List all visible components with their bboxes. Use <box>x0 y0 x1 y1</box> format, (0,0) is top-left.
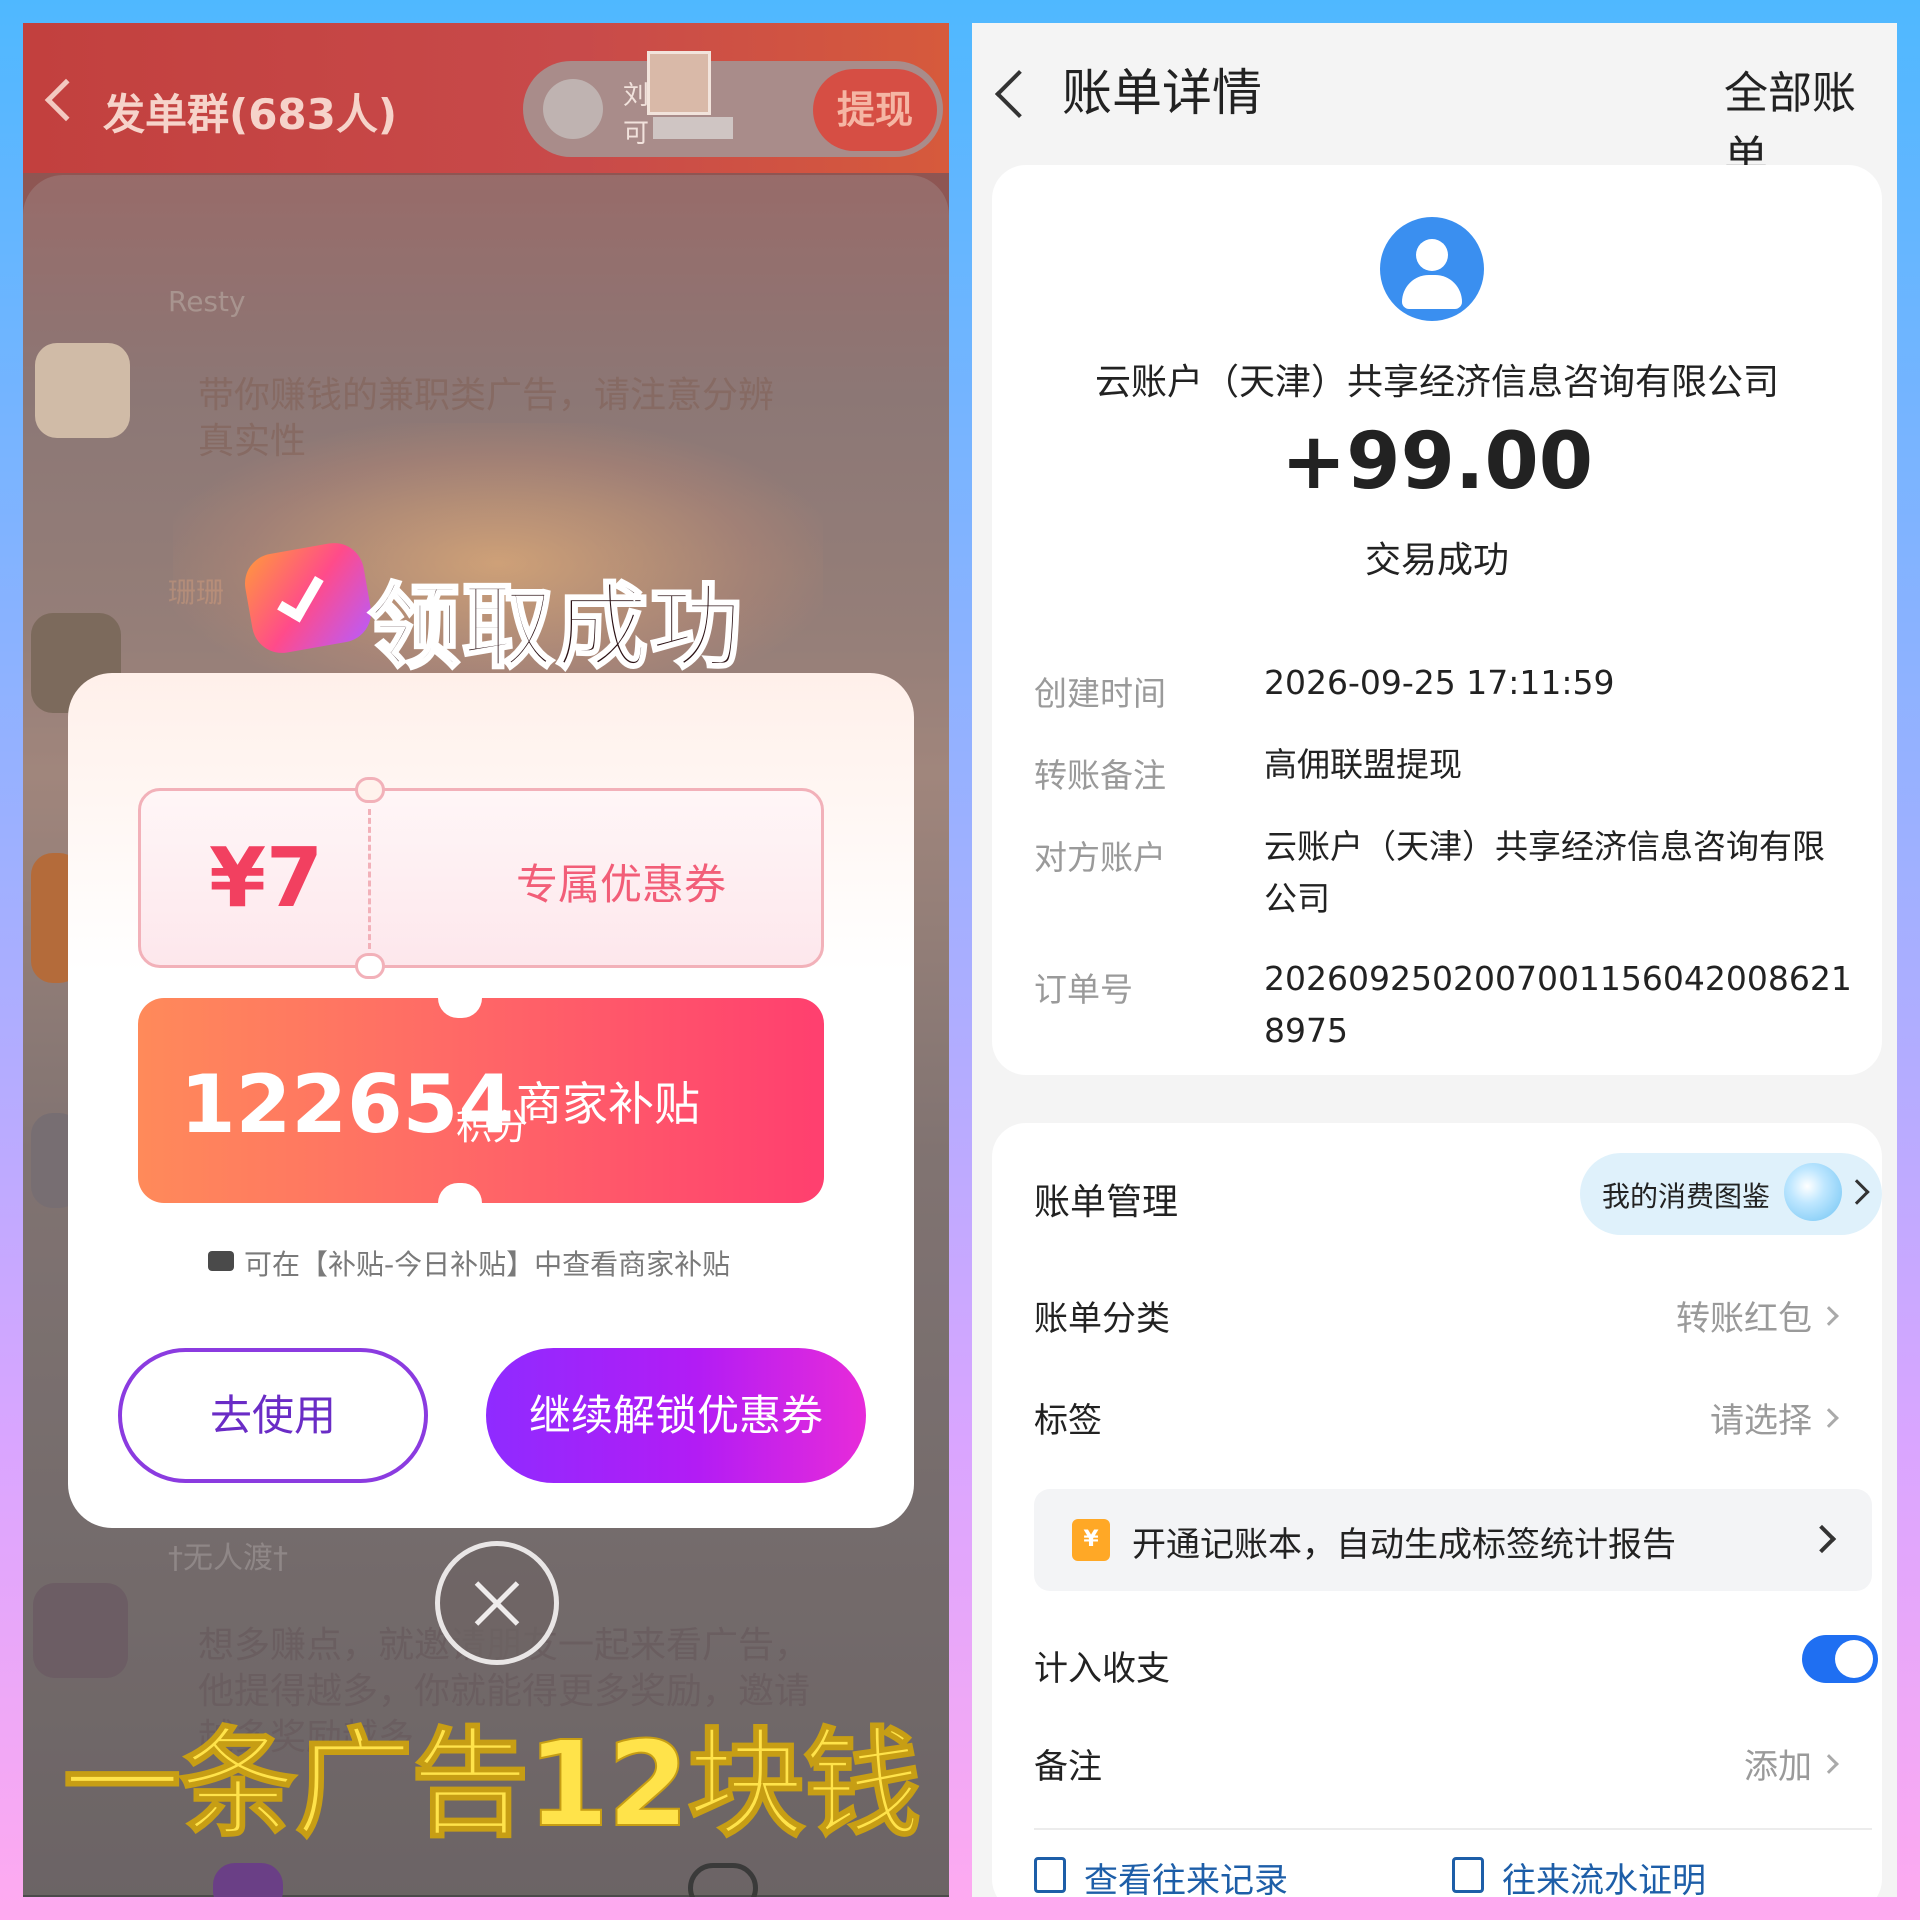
amount: +99.00 <box>1280 417 1594 507</box>
statement-certificate-link[interactable]: 往来流水证明 <box>1502 1853 1706 1897</box>
detail-label: 转账备注 <box>1034 756 1166 795</box>
coupon-card: ¥7 专属优惠券 <box>138 777 824 979</box>
success-title: 领取成功 <box>366 573 745 683</box>
detail-value: 云账户（天津）共享经济信息咨询有限公司 <box>1264 827 1825 918</box>
group-title: 发单群(683人) <box>103 90 398 139</box>
user-name-line1: 刘 <box>623 81 650 111</box>
app-icon[interactable] <box>688 1863 758 1897</box>
reward-modal: ¥7 专属优惠券 122654 积分 商家补贴 可在【补贴-今日补贴】中查看商家… <box>68 673 914 1528</box>
section-title: 账单管理 <box>1034 1182 1179 1223</box>
points-label: 商家补贴 <box>516 1077 700 1131</box>
bill-management-card: 账单管理 我的消费图鉴 账单分类 转账红包 标签 请选择 ¥ 开通记账本，自动生… <box>992 1123 1882 1897</box>
tag-label: 标签 <box>1034 1401 1102 1441</box>
mascot-icon <box>1784 1163 1842 1221</box>
right-screenshot-bill-detail: 账单详情 全部账单 云账户（天津）共享经济信息咨询有限公司 +99.00 交易成… <box>972 23 1897 1897</box>
blurred-name <box>653 117 733 139</box>
record-list-icon <box>1034 1857 1066 1893</box>
chevron-right-icon <box>1807 1524 1837 1554</box>
detail-value: 2026-09-25 17:11:59 <box>1264 663 1615 702</box>
promo-text: 开通记账本，自动生成标签统计报告 <box>1132 1525 1676 1565</box>
chevron-right-icon <box>1819 1754 1839 1774</box>
left-screenshot-ad-app: 发单群(683人) 刘 可 提现 Resty 带你赚钱的兼职类广告，请注意分辨真… <box>23 23 949 1897</box>
detail-label: 订单号 <box>1034 970 1133 1009</box>
user-avatar-icon <box>1380 217 1484 321</box>
coupon-label: 专属优惠券 <box>516 860 727 909</box>
category-label: 账单分类 <box>1034 1299 1170 1339</box>
detail-value: 高佣联盟提现 <box>1264 745 1462 784</box>
user-name-line2: 可 <box>623 119 650 149</box>
income-label: 计入收支 <box>1034 1649 1170 1689</box>
ticket-icon <box>208 1251 234 1271</box>
detail-label: 对方账户 <box>1034 838 1166 877</box>
chevron-left-icon[interactable] <box>44 78 88 122</box>
overlay-caption: 一条广告12块钱 <box>62 1714 922 1854</box>
yuan-icon: ¥ <box>1072 1519 1110 1561</box>
income-toggle[interactable] <box>1802 1635 1878 1683</box>
status-text: 交易成功 <box>1364 540 1509 581</box>
app-icon[interactable] <box>213 1863 283 1897</box>
coupon-amount: ¥7 <box>209 831 324 926</box>
unlock-coupon-button[interactable]: 继续解锁优惠券 <box>486 1348 866 1483</box>
note-label: 备注 <box>1034 1747 1102 1787</box>
spend-guide-button[interactable]: 我的消费图鉴 <box>1580 1153 1882 1235</box>
avatar <box>543 79 603 139</box>
points-card: 122654 积分 商家补贴 <box>138 978 824 1223</box>
view-history-link[interactable]: 查看往来记录 <box>1084 1853 1288 1897</box>
detail-label: 创建时间 <box>1034 674 1166 713</box>
user-avatar <box>647 51 711 115</box>
withdraw-button[interactable]: 提现 <box>813 69 937 151</box>
use-button[interactable]: 去使用 <box>118 1348 428 1483</box>
chevron-right-icon <box>1844 1179 1870 1205</box>
ledger-promo-banner[interactable]: ¥ 开通记账本，自动生成标签统计报告 <box>1034 1489 1872 1591</box>
divider <box>1034 1828 1872 1830</box>
avatar[interactable] <box>33 1583 128 1678</box>
chevron-right-icon <box>1819 1306 1839 1326</box>
chevron-right-icon <box>1819 1408 1839 1428</box>
certificate-icon <box>1452 1857 1484 1893</box>
transaction-card: 云账户（天津）共享经济信息咨询有限公司 +99.00 交易成功 创建时间 202… <box>992 165 1882 1075</box>
close-icon[interactable] <box>435 1541 559 1665</box>
subsidy-hint: 可在【补贴-今日补贴】中查看商家补贴 <box>244 1248 731 1281</box>
category-value[interactable]: 转账红包 <box>1676 1291 1812 1340</box>
avatar[interactable] <box>35 343 130 438</box>
detail-value: 20260925020070011560420086218975 <box>1264 959 1852 1050</box>
note-value[interactable]: 添加 <box>1744 1739 1812 1788</box>
chat-sender: †无人渡† <box>168 1541 288 1576</box>
page-title: 账单详情 <box>1062 64 1262 122</box>
group-chat-header: 发单群(683人) 刘 可 提现 <box>23 23 949 173</box>
chat-sender: Resty <box>168 285 246 318</box>
chevron-left-icon[interactable] <box>994 69 1044 119</box>
tag-value[interactable]: 请选择 <box>1710 1393 1812 1442</box>
payer-name: 云账户（天津）共享经济信息咨询有限公司 <box>1094 362 1779 403</box>
spend-guide-label: 我的消费图鉴 <box>1602 1180 1771 1213</box>
